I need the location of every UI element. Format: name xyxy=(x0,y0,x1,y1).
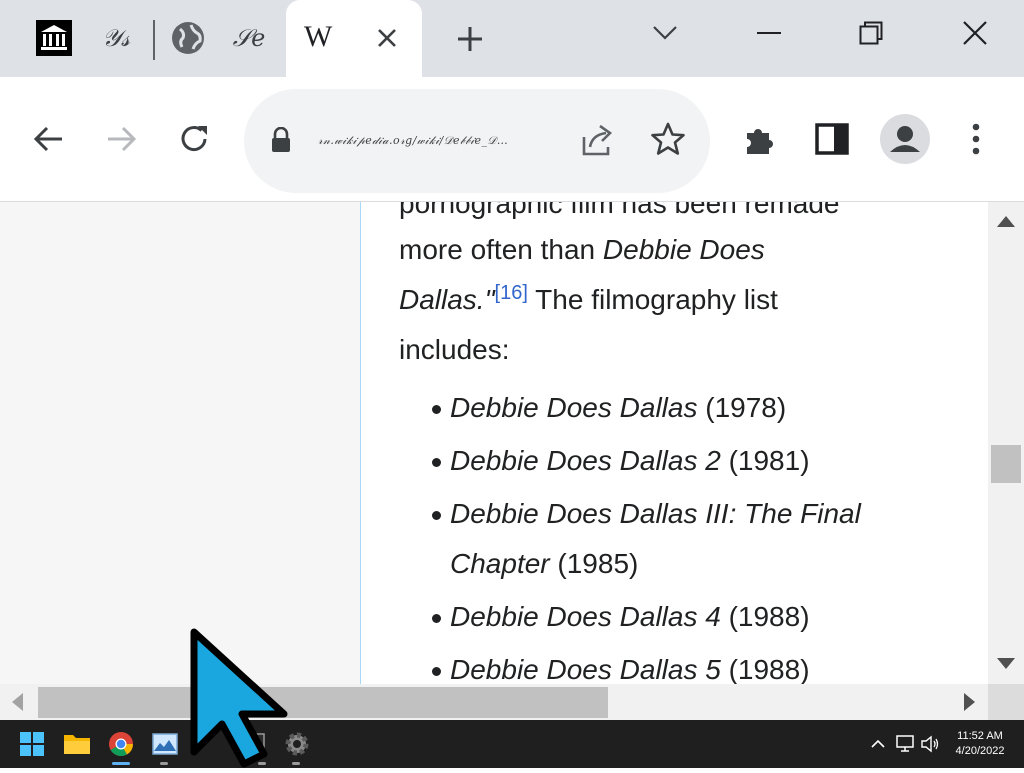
wikipedia-w-icon: W xyxy=(304,20,333,53)
restore-window-icon[interactable] xyxy=(846,10,896,56)
tab-separator xyxy=(153,20,155,60)
volume-icon[interactable] xyxy=(920,734,940,754)
forward-arrow-icon[interactable] xyxy=(96,113,148,165)
chrome-icon[interactable] xyxy=(105,728,137,760)
kebab-menu-icon[interactable] xyxy=(950,113,1002,165)
tab-search-chevron-down-icon[interactable] xyxy=(640,10,690,56)
side-panel-icon[interactable] xyxy=(806,113,858,165)
close-tab-icon[interactable] xyxy=(370,18,404,58)
filmography-list: Debbie Does Dallas (1978) Debbie Does Da… xyxy=(399,383,959,684)
list-item: Debbie Does Dallas (1978) xyxy=(432,383,959,433)
scrollbar-corner xyxy=(988,684,1024,720)
article-body: pornographic film has been remade more o… xyxy=(399,202,959,684)
scroll-left-arrow-icon[interactable] xyxy=(12,693,23,711)
browser-toolbar: 𝓇𝓃.𝓌𝒾𝓀𝒾𝓅𝑒𝒹𝒾𝒶.𝑜𝓇𝑔/𝓌𝒾𝓀𝒾/𝒟𝑒𝒷𝒷𝒾𝑒_𝒟… xyxy=(0,77,1024,202)
share-icon[interactable] xyxy=(578,121,616,164)
bookmark-star-icon[interactable] xyxy=(650,121,686,162)
reload-icon[interactable] xyxy=(168,113,220,165)
clock-date: 4/20/2022 xyxy=(955,745,1005,757)
system-clock[interactable]: 11:52 AM 4/20/2022 xyxy=(948,729,1012,759)
new-tab-button[interactable] xyxy=(448,18,492,60)
tab-title-institution[interactable]: 𝒴𝓈 xyxy=(86,18,146,58)
horizontal-scrollbar[interactable] xyxy=(0,684,988,720)
network-icon[interactable] xyxy=(896,734,916,754)
left-sidebar-area xyxy=(0,202,361,684)
list-item: Debbie Does Dallas 2 (1981) xyxy=(432,436,959,486)
chrome-active-indicator xyxy=(112,762,130,765)
scroll-down-arrow-icon[interactable] xyxy=(997,658,1015,669)
horizontal-scroll-thumb[interactable] xyxy=(38,687,608,718)
back-arrow-icon[interactable] xyxy=(22,113,74,165)
scroll-up-arrow-icon[interactable] xyxy=(997,216,1015,227)
vertical-scroll-thumb[interactable] xyxy=(991,445,1021,483)
citation-link-16[interactable]: [16] xyxy=(495,282,528,304)
profile-avatar-icon[interactable] xyxy=(880,114,930,164)
extensions-puzzle-icon[interactable] xyxy=(734,113,786,165)
partial-line: pornographic film has been remade xyxy=(399,202,840,219)
vertical-scrollbar[interactable] xyxy=(988,202,1024,684)
page-viewport: pornographic film has been remade more o… xyxy=(0,202,988,684)
tab-strip: 𝒴𝓈 𝒮𝑒 W xyxy=(0,0,1024,77)
list-item: Debbie Does Dallas 4 (1988) xyxy=(432,592,959,642)
taskbar: 11:52 AM 4/20/2022 xyxy=(0,720,1024,768)
file-explorer-icon[interactable] xyxy=(61,728,93,760)
clock-time: 11:52 AM xyxy=(957,730,1003,742)
filmography-intro-paragraph: pornographic film has been remade more o… xyxy=(399,202,959,375)
minimize-icon[interactable] xyxy=(744,10,794,56)
list-item: Debbie Does Dallas 5 (1988) xyxy=(432,645,959,684)
app-running-indicator xyxy=(160,762,168,765)
scroll-right-arrow-icon[interactable] xyxy=(964,693,975,711)
url-text[interactable]: 𝓇𝓃.𝓌𝒾𝓀𝒾𝓅𝑒𝒹𝒾𝒶.𝑜𝓇𝑔/𝓌𝒾𝓀𝒾/𝒟𝑒𝒷𝒷𝒾𝑒_𝒟… xyxy=(318,129,554,153)
image-viewer-icon[interactable] xyxy=(149,728,181,760)
show-hidden-icons-chevron-up-icon[interactable] xyxy=(868,734,888,754)
tab-title-globe[interactable]: 𝒮𝑒 xyxy=(222,18,276,58)
tab-wikipedia-active[interactable]: W xyxy=(286,0,422,77)
bank-building-icon[interactable] xyxy=(34,18,74,58)
close-window-icon[interactable] xyxy=(950,10,1000,56)
list-item: Debbie Does Dallas III: The Final Chapte… xyxy=(432,489,959,589)
app-running-indicator xyxy=(292,762,300,765)
address-bar[interactable]: 𝓇𝓃.𝓌𝒾𝓀𝒾𝓅𝑒𝒹𝒾𝒶.𝑜𝓇𝑔/𝓌𝒾𝓀𝒾/𝒟𝑒𝒷𝒷𝒾𝑒_𝒟… xyxy=(244,89,710,193)
globe-icon[interactable] xyxy=(170,18,206,58)
mouse-cursor-arrow-icon xyxy=(188,628,292,773)
windows-start-icon[interactable] xyxy=(16,728,48,760)
lock-icon[interactable] xyxy=(270,126,292,158)
